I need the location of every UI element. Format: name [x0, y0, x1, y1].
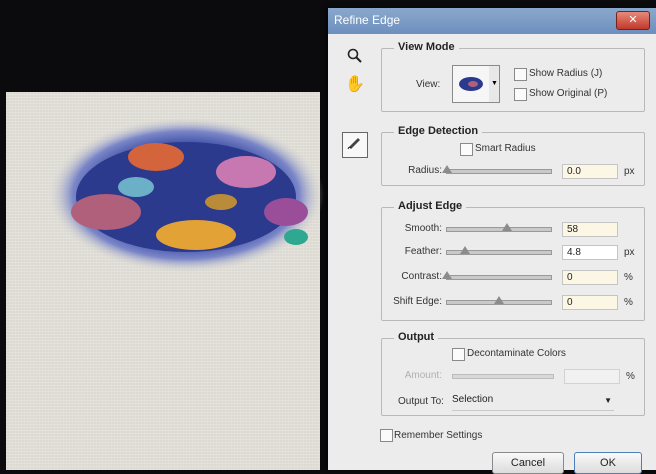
edge-detection-title: Edge Detection [394, 125, 483, 137]
amount-field [564, 369, 620, 384]
dropdown-arrow-icon: ▼ [491, 80, 498, 87]
contrast-unit: % [624, 272, 633, 283]
shift-edge-field[interactable]: 0 [562, 295, 618, 310]
refine-edge-dialog: Refine Edge ✕ ✋ View Mode View: ▼ Show R… [328, 8, 656, 474]
feather-unit: px [624, 247, 635, 258]
decontaminate-label: Decontaminate Colors [467, 348, 566, 359]
contrast-label: Contrast: [401, 271, 442, 282]
cancel-button[interactable]: Cancel [492, 452, 564, 474]
radius-unit: px [624, 166, 635, 177]
decontaminate-checkbox[interactable] [452, 348, 465, 361]
radius-slider-thumb[interactable] [442, 165, 452, 173]
output-title: Output [394, 331, 439, 343]
dropdown-arrow-icon: ▼ [604, 396, 612, 405]
radius-slider[interactable] [442, 165, 552, 174]
view-label: View: [416, 79, 441, 90]
contrast-field[interactable]: 0 [562, 270, 618, 285]
show-radius-checkbox[interactable] [514, 68, 527, 81]
hand-icon[interactable]: ✋ [344, 74, 366, 96]
coral-reef-image [48, 117, 324, 273]
radius-field[interactable]: 0.0 [562, 164, 618, 179]
dialog-title: Refine Edge [334, 13, 401, 27]
radius-label: Radius: [408, 165, 442, 176]
ok-button[interactable]: OK [574, 452, 642, 474]
view-mode-group: View Mode View: ▼ Show Radius (J) Show O… [381, 41, 645, 112]
refine-radius-brush-icon[interactable] [342, 132, 368, 158]
dialog-titlebar: Refine Edge ✕ [328, 8, 656, 34]
smooth-label: Smooth: [404, 223, 442, 234]
smooth-slider-thumb[interactable] [502, 223, 513, 231]
feather-slider-thumb[interactable] [459, 246, 470, 254]
remember-settings-checkbox[interactable] [380, 429, 393, 442]
smooth-slider[interactable] [446, 223, 552, 232]
show-radius-label: Show Radius (J) [529, 68, 603, 79]
output-group: Output Decontaminate Colors Amount: % Ou… [381, 331, 645, 416]
shift-edge-slider[interactable] [446, 296, 552, 305]
show-original-checkbox[interactable] [514, 88, 527, 101]
amount-unit: % [626, 371, 635, 382]
output-to-select[interactable]: Selection ▼ [452, 394, 614, 411]
amount-label: Amount: [404, 370, 442, 381]
feather-field[interactable]: 4.8 [562, 245, 618, 260]
adjust-edge-title: Adjust Edge [394, 200, 467, 212]
smart-radius-checkbox[interactable] [460, 143, 473, 156]
contrast-slider-thumb[interactable] [442, 271, 452, 279]
edge-detection-group: Edge Detection Smart Radius Radius: 0.0 … [381, 125, 645, 186]
shift-edge-slider-thumb[interactable] [494, 296, 504, 304]
shift-edge-label: Shift Edge: [393, 296, 442, 307]
amount-slider [452, 374, 554, 379]
view-dropdown[interactable]: ▼ [489, 65, 500, 103]
output-to-label: Output To: [398, 396, 444, 407]
view-mode-title: View Mode [394, 41, 459, 53]
output-to-value: Selection [452, 394, 494, 405]
zoom-icon[interactable] [344, 48, 366, 70]
shift-edge-unit: % [624, 297, 633, 308]
document-canvas[interactable] [6, 92, 324, 470]
smart-radius-label: Smart Radius [475, 143, 536, 154]
smooth-field[interactable]: 58 [562, 222, 618, 237]
close-button[interactable]: ✕ [616, 11, 650, 30]
feather-slider[interactable] [446, 246, 552, 255]
contrast-slider[interactable] [442, 271, 552, 280]
feather-label: Feather: [404, 246, 442, 257]
adjust-edge-group: Adjust Edge Smooth: 58 Feather: 4.8 px C… [381, 200, 645, 321]
remember-settings-label: Remember Settings [394, 430, 483, 441]
show-original-label: Show Original (P) [529, 88, 608, 99]
view-thumbnail[interactable] [452, 65, 490, 103]
